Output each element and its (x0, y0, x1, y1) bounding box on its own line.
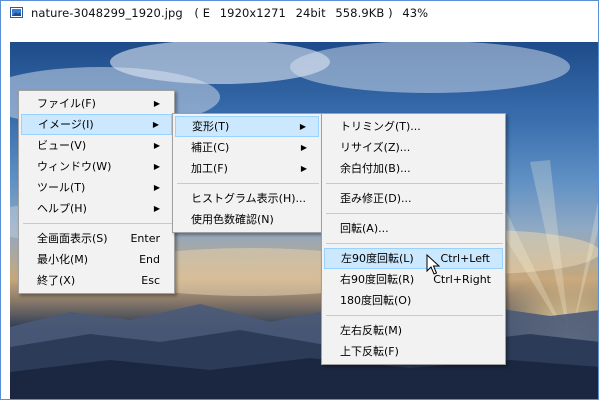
menu-separator (177, 183, 319, 184)
menu-item[interactable]: ファイル(F) ▶ (21, 93, 172, 114)
menu-item-label: ツール(T) (37, 181, 86, 194)
title-bar[interactable]: nature-3048299_1920.jpg ( E 1920x1271 24… (1, 1, 598, 42)
menu-item-label: 加工(F) (191, 162, 228, 175)
menu-item[interactable]: 使用色数確認(N) (175, 209, 319, 230)
menu-item[interactable]: 加工(F) ▶ (175, 158, 319, 179)
menu-item-shortcut: Ctrl+Left (440, 252, 490, 265)
menu-item-label: ビュー(V) (37, 139, 87, 152)
menu-separator (326, 315, 503, 316)
menu-item-label: リサイズ(Z)... (340, 141, 411, 154)
menu-item-shortcut: Ctrl+Right (433, 273, 491, 286)
menu-separator (23, 223, 172, 224)
menu-item[interactable]: 変形(T) ▶ (175, 116, 319, 137)
image-submenu: 変形(T) ▶ 補正(C) ▶ 加工(F) ▶ ヒストグラム表示(H)... 使用色数確認(… (172, 113, 322, 233)
context-menu: ファイル(F) ▶ イメージ(I) ▶ ビュー(V) ▶ ウィンドウ(W) ▶ ツール(T) ▶ ヘ… (18, 90, 175, 294)
menu-item[interactable]: 補正(C) ▶ (175, 137, 319, 158)
transform-submenu: トリミング(T)... リサイズ(Z)... 余白付加(B)... 歪み修正(D).… (321, 113, 506, 365)
menu-item[interactable]: ビュー(V) ▶ (21, 135, 172, 156)
submenu-arrow-icon: ▶ (299, 122, 306, 131)
menu-item-label: ヘルプ(H) (37, 202, 87, 215)
submenu-arrow-icon: ▶ (152, 120, 159, 129)
menu-item-label: ウィンドウ(W) (37, 160, 112, 173)
menu-separator (326, 183, 503, 184)
image-file-icon (10, 7, 23, 18)
submenu-arrow-icon: ▶ (153, 204, 160, 213)
menu-item-label: 最小化(M) (37, 253, 89, 266)
menu-item-label: 上下反転(F) (340, 345, 399, 358)
menu-item-label: ヒストグラム表示(H)... (191, 192, 307, 205)
submenu-arrow-icon: ▶ (153, 141, 160, 150)
image-viewer-window: nature-3048299_1920.jpg ( E 1920x1271 24… (0, 0, 599, 400)
menu-item-label: 右90度回転(R) (340, 273, 415, 286)
submenu-arrow-icon: ▶ (153, 183, 160, 192)
menu-item[interactable]: ヒストグラム表示(H)... (175, 188, 319, 209)
menu-item[interactable]: 歪み修正(D)... (324, 188, 503, 209)
submenu-arrow-icon: ▶ (153, 162, 160, 171)
menu-item-label: ファイル(F) (37, 97, 96, 110)
menu-item-label: 左90度回転(L) (341, 252, 414, 265)
menu-item-shortcut: End (139, 253, 160, 266)
menu-item[interactable]: 上下反転(F) (324, 341, 503, 362)
menu-item-shortcut: Esc (141, 274, 160, 287)
submenu-arrow-icon: ▶ (300, 143, 307, 152)
menu-item[interactable]: 180度回転(O) (324, 290, 503, 311)
menu-item[interactable]: ツール(T) ▶ (21, 177, 172, 198)
menu-item[interactable]: 左右反転(M) (324, 320, 503, 341)
menu-item-label: 180度回転(O) (340, 294, 412, 307)
menu-item-label: 終了(X) (37, 274, 76, 287)
menu-item[interactable]: 左90度回転(L) Ctrl+Left (324, 248, 503, 269)
menu-item[interactable]: 終了(X) Esc (21, 270, 172, 291)
menu-item-label: 補正(C) (191, 141, 230, 154)
menu-item-label: 左右反転(M) (340, 324, 403, 337)
menu-item-label: 歪み修正(D)... (340, 192, 412, 205)
menu-item-label: 全画面表示(S) (37, 232, 108, 245)
menu-item-label: 回転(A)... (340, 222, 389, 235)
menu-item[interactable]: イメージ(I) ▶ (21, 114, 172, 135)
menu-item[interactable]: 回転(A)... (324, 218, 503, 239)
menu-separator (326, 213, 503, 214)
submenu-arrow-icon: ▶ (300, 164, 307, 173)
menu-item-label: 使用色数確認(N) (191, 213, 274, 226)
menu-separator (326, 243, 503, 244)
menu-item-label: トリミング(T)... (340, 120, 421, 133)
menu-item[interactable]: リサイズ(Z)... (324, 137, 503, 158)
menu-item-label: 余白付加(B)... (340, 162, 411, 175)
menu-item[interactable]: ウィンドウ(W) ▶ (21, 156, 172, 177)
menu-item[interactable]: トリミング(T)... (324, 116, 503, 137)
menu-item-shortcut: Enter (130, 232, 160, 245)
menu-item[interactable]: 全画面表示(S) Enter (21, 228, 172, 249)
menu-item[interactable]: 右90度回転(R) Ctrl+Right (324, 269, 503, 290)
menu-item[interactable]: 最小化(M) End (21, 249, 172, 270)
window-title: nature-3048299_1920.jpg ( E 1920x1271 24… (31, 5, 429, 20)
submenu-arrow-icon: ▶ (153, 99, 160, 108)
menu-item[interactable]: ヘルプ(H) ▶ (21, 198, 172, 219)
menu-item[interactable]: 余白付加(B)... (324, 158, 503, 179)
menu-item-label: イメージ(I) (38, 118, 94, 131)
mouse-pointer-icon (426, 254, 440, 275)
menu-item-label: 変形(T) (192, 120, 230, 133)
